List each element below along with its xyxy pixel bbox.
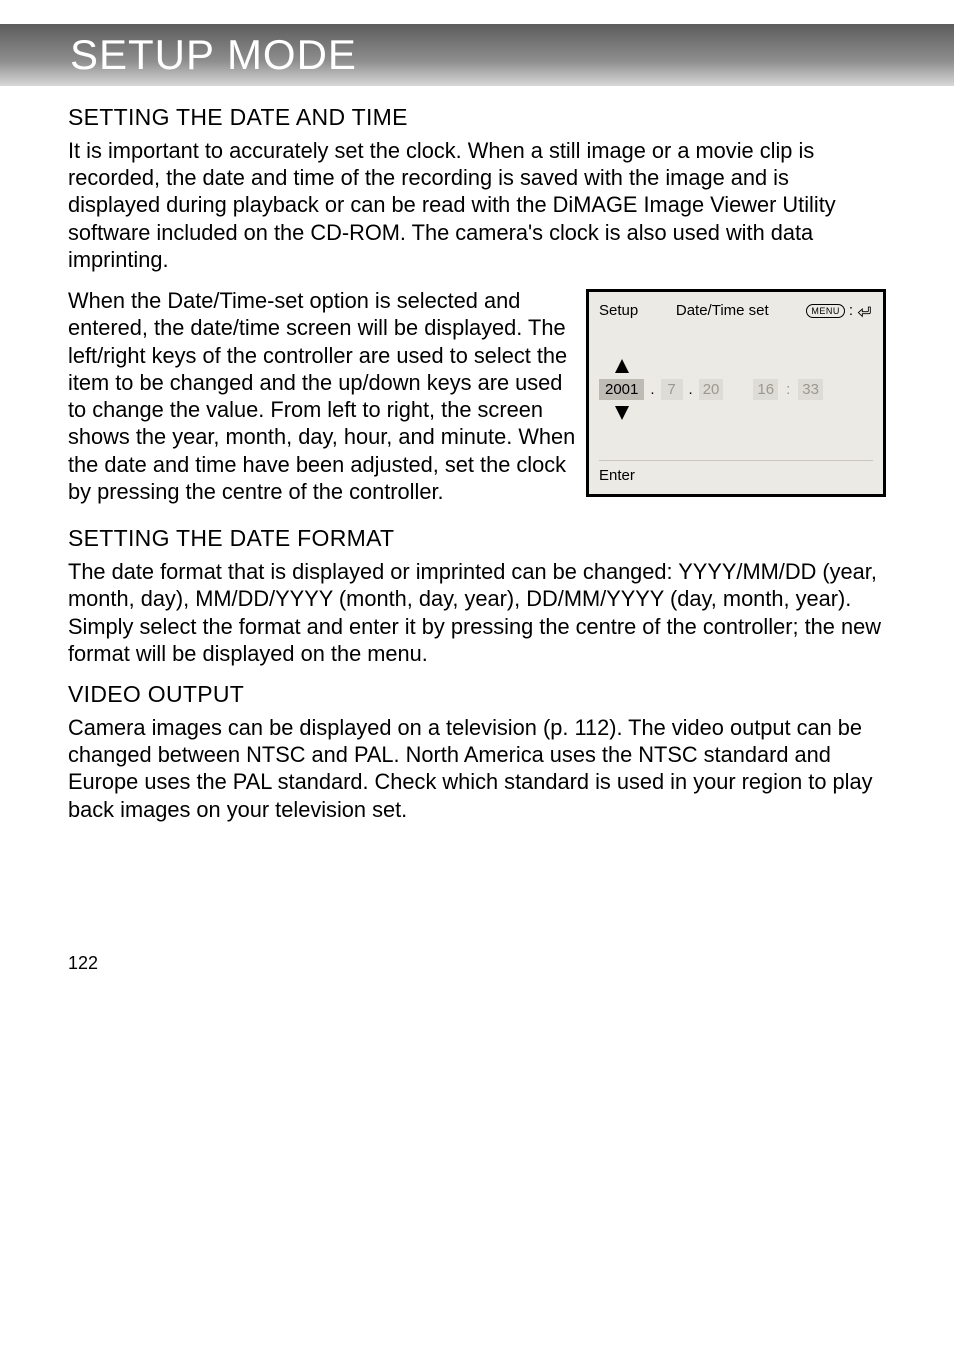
lcd-hour-value[interactable]: 16 bbox=[753, 379, 778, 400]
date-separator-dot: . bbox=[689, 381, 693, 398]
time-separator-colon: : bbox=[784, 381, 792, 398]
arrow-up-icon bbox=[615, 359, 629, 373]
paragraph-date-format: The date format that is displayed or imp… bbox=[68, 558, 886, 667]
heading-setting-date-format: SETTING THE DATE FORMAT bbox=[68, 525, 886, 552]
page-title: SETUP MODE bbox=[70, 31, 357, 79]
lcd-year-value[interactable]: 2001 bbox=[599, 379, 644, 400]
date-separator-dot: . bbox=[650, 381, 654, 398]
lcd-screen-title: Date/Time set bbox=[676, 302, 769, 319]
back-arrow-icon bbox=[857, 304, 873, 318]
colon-separator: : bbox=[849, 302, 853, 319]
lcd-setup-label: Setup bbox=[599, 302, 638, 319]
paragraph-date-time-intro: It is important to accurately set the cl… bbox=[68, 137, 886, 273]
lcd-month-value[interactable]: 7 bbox=[661, 379, 683, 400]
lcd-datetime-row: 2001 . 7 . 20 16 : 33 bbox=[599, 359, 873, 420]
lcd-screenshot: Setup Date/Time set MENU : bbox=[586, 289, 886, 497]
arrow-down-icon bbox=[615, 406, 629, 420]
lcd-day-value[interactable]: 20 bbox=[699, 379, 724, 400]
heading-video-output: VIDEO OUTPUT bbox=[68, 681, 886, 708]
lcd-enter-label: Enter bbox=[599, 461, 873, 486]
paragraph-video-output: Camera images can be displayed on a tele… bbox=[68, 714, 886, 823]
menu-button-icon: MENU bbox=[806, 304, 845, 318]
lcd-menu-back: MENU : bbox=[806, 302, 873, 319]
lcd-minute-value[interactable]: 33 bbox=[798, 379, 823, 400]
page-number: 122 bbox=[68, 953, 954, 974]
title-bar: SETUP MODE bbox=[0, 24, 954, 86]
heading-setting-date-time: SETTING THE DATE AND TIME bbox=[68, 104, 886, 131]
